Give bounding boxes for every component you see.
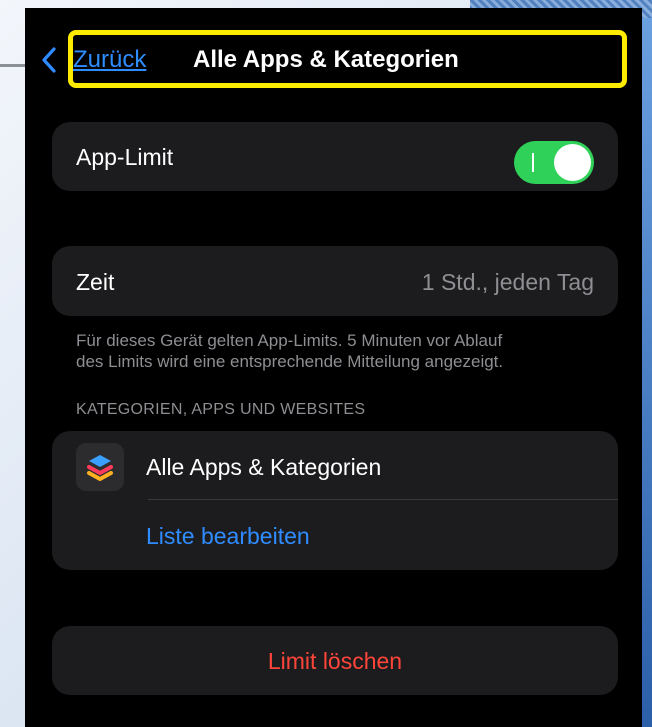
phone-screen: Zurück Alle Apps & Kategorien App-Limit … [25,8,642,727]
time-row[interactable]: Zeit 1 Std., jeden Tag [52,246,618,316]
footnote-line-1: Für dieses Gerät gelten App-Limits. 5 Mi… [76,331,503,350]
time-value: 1 Std., jeden Tag [421,269,594,295]
highlight-box [68,30,627,88]
all-apps-label: Alle Apps & Kategorien [146,454,382,480]
toggle-on-mark [532,153,534,172]
app-limit-label: App-Limit [76,144,174,170]
footnote-line-2: des Limits wird eine entsprechende Mitte… [76,352,504,371]
delete-limit-card: Limit löschen [52,626,618,695]
footnote: Für dieses Gerät gelten App-Limits. 5 Mi… [76,330,616,372]
toggle-knob [554,144,591,181]
list-divider [148,499,618,500]
apps-list-card: Alle Apps & Kategorien Liste bearbeiten [52,431,618,570]
app-limit-toggle[interactable] [514,141,594,184]
app-limit-card: App-Limit [52,122,618,191]
delete-limit-button[interactable]: Limit löschen [52,648,618,675]
time-label: Zeit [76,269,115,295]
section-header: KATEGORIEN, APPS UND WEBSITES [76,401,366,418]
edit-list-button[interactable]: Liste bearbeiten [146,523,310,550]
app-stack-icon [76,443,124,491]
chevron-left-icon[interactable] [39,46,59,74]
